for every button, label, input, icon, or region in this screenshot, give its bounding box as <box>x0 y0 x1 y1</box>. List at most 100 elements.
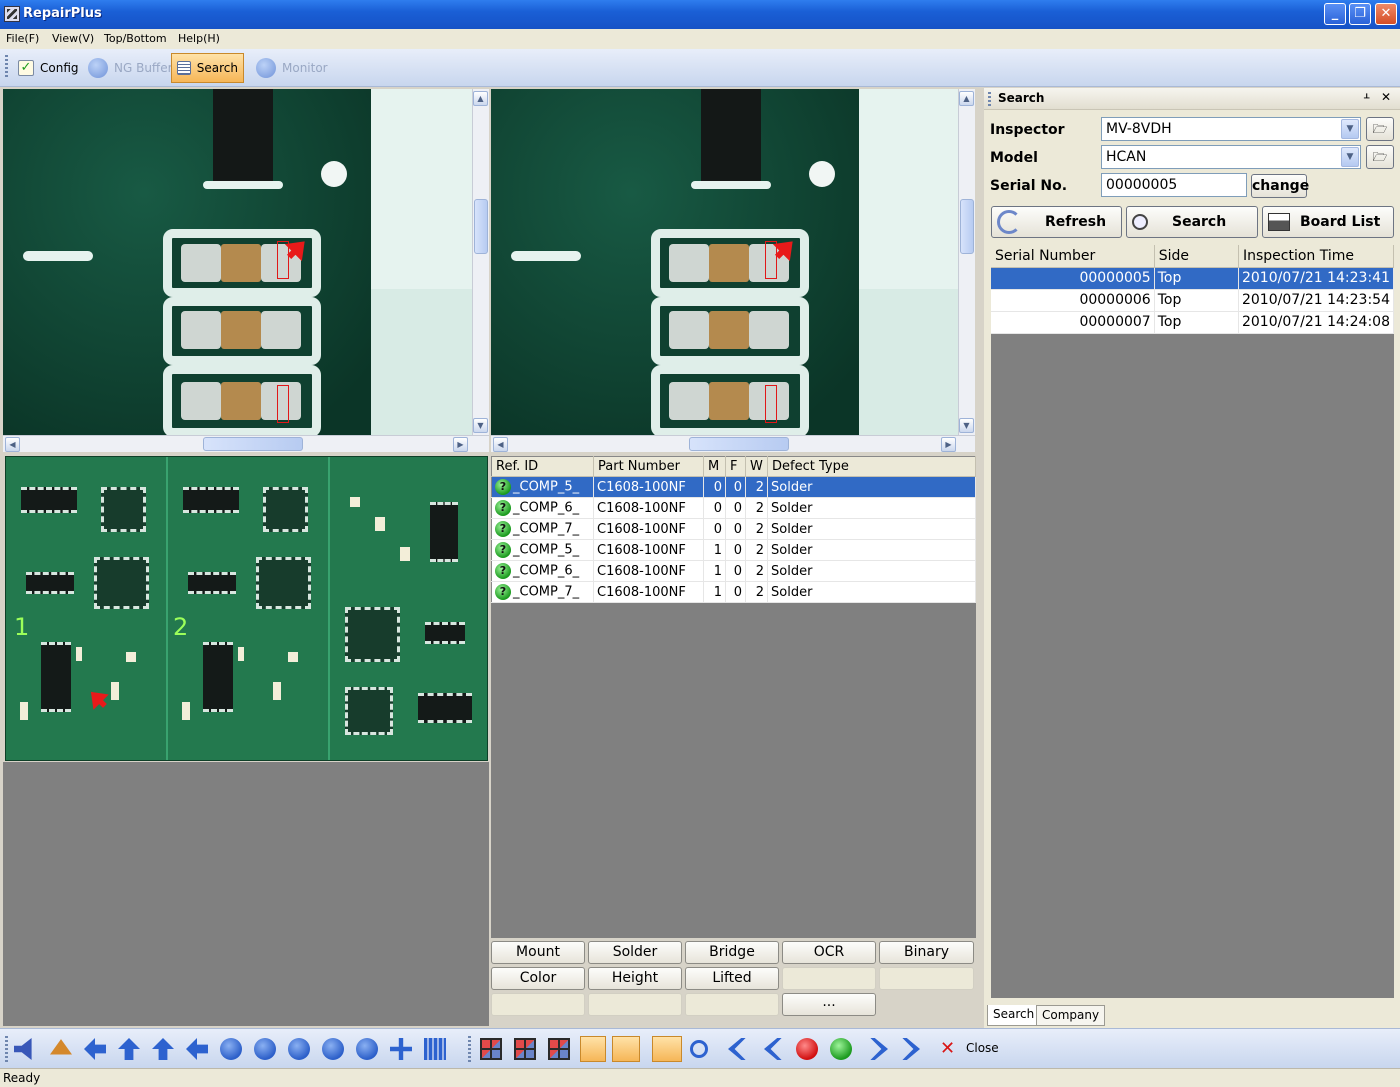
board-panel-1[interactable]: 1 <box>6 457 168 760</box>
arrow-back-icon[interactable] <box>186 1038 208 1060</box>
circle-tool-icon[interactable] <box>254 1038 276 1060</box>
move-cross-icon[interactable] <box>390 1038 412 1060</box>
chevron-down-icon[interactable]: ▼ <box>1341 119 1359 139</box>
more-defects-button[interactable]: ... <box>782 993 876 1016</box>
left-pane-vertical-scrollbar[interactable]: ▲ ▼ <box>472 89 489 435</box>
view-grid-icon[interactable] <box>548 1038 570 1060</box>
search-button[interactable]: Search <box>1126 206 1258 238</box>
defect-row[interactable]: ? _COMP_5_ C1608-100NF 1 0 2 Solder <box>491 539 976 561</box>
good-record-icon[interactable] <box>830 1038 852 1060</box>
col-serial-number[interactable]: Serial Number <box>991 245 1155 268</box>
circle-tool-icon[interactable] <box>322 1038 344 1060</box>
serial-no-input[interactable]: 00000005 <box>1101 173 1247 197</box>
panel-close-icon[interactable]: ✕ <box>1381 90 1391 104</box>
close-x-icon[interactable]: ✕ <box>940 1038 955 1059</box>
last-icon[interactable] <box>902 1038 920 1060</box>
ocr-button[interactable]: OCR <box>782 941 876 964</box>
warning-icon[interactable] <box>50 1039 72 1055</box>
speaker-icon[interactable] <box>14 1038 32 1060</box>
col-w[interactable]: W <box>745 456 768 477</box>
first-icon[interactable] <box>728 1038 746 1060</box>
board-panel-2[interactable]: 2 <box>168 457 330 760</box>
right-pane-horizontal-scrollbar[interactable]: ◀ ▶ <box>491 435 975 452</box>
menu-view[interactable]: View(V) <box>52 32 94 45</box>
change-button[interactable]: change <box>1251 174 1309 198</box>
col-ref-id[interactable]: Ref. ID <box>491 456 594 477</box>
inspection-row[interactable]: 00000005 Top 2010/07/21 14:23:41 <box>991 267 1395 290</box>
defect-flag-icon <box>83 684 109 710</box>
col-side[interactable]: Side <box>1154 245 1239 268</box>
defect-row[interactable]: ? _COMP_5_ C1608-100NF 0 0 2 Solder <box>491 476 976 498</box>
inspection-image-pane-right[interactable] <box>491 89 958 435</box>
tab-company[interactable]: Company <box>1036 1005 1106 1026</box>
defect-row[interactable]: ? _COMP_7_ C1608-100NF 1 0 2 Solder <box>491 581 976 603</box>
mount-button[interactable]: Mount <box>491 941 585 964</box>
height-button[interactable]: Height <box>588 967 682 990</box>
color-button[interactable]: Color <box>491 967 585 990</box>
pin-icon[interactable]: ᚆ <box>1364 91 1369 104</box>
arrow-left-icon[interactable] <box>84 1038 106 1060</box>
col-part-number[interactable]: Part Number <box>593 456 704 477</box>
close-label[interactable]: Close <box>966 1041 999 1055</box>
right-pane-vertical-scrollbar[interactable]: ▲ ▼ <box>958 89 975 435</box>
monitor-button[interactable]: Monitor <box>256 53 328 83</box>
menu-top-bottom[interactable]: Top/Bottom <box>104 32 167 45</box>
zoom-icon[interactable] <box>690 1040 708 1058</box>
view-grid-selected-icon[interactable] <box>580 1036 606 1062</box>
left-pane-horizontal-scrollbar[interactable]: ◀ ▶ <box>3 435 489 452</box>
home-up-icon[interactable] <box>152 1038 174 1060</box>
refresh-button[interactable]: Refresh <box>991 206 1122 238</box>
view-grid-icon[interactable] <box>480 1038 502 1060</box>
pattern-icon[interactable] <box>424 1038 446 1060</box>
binary-button[interactable]: Binary <box>879 941 974 964</box>
board-list-button[interactable]: Board List <box>1262 206 1394 238</box>
search-toolbar-button[interactable]: Search <box>171 53 244 83</box>
restore-button[interactable]: ❐ <box>1349 3 1371 25</box>
list-icon <box>177 61 191 75</box>
inspection-row[interactable]: 00000007 Top 2010/07/21 14:24:08 <box>991 311 1395 334</box>
ng-buffer-label: NG Buffer <box>114 61 173 75</box>
model-select[interactable]: HCAN ▼ <box>1101 145 1361 169</box>
menu-help[interactable]: Help(H) <box>178 32 220 45</box>
defect-row[interactable]: ? _COMP_6_ C1608-100NF 1 0 2 Solder <box>491 560 976 582</box>
model-open-button[interactable]: 🗁 <box>1366 145 1394 169</box>
arrow-up-icon[interactable] <box>118 1038 140 1060</box>
ng-record-icon[interactable] <box>796 1038 818 1060</box>
col-inspection-time[interactable]: Inspection Time <box>1238 245 1395 268</box>
circle-tool-icon[interactable] <box>288 1038 310 1060</box>
previous-icon[interactable] <box>764 1038 782 1060</box>
status-bar: Ready <box>0 1068 1400 1087</box>
defect-row[interactable]: ? _COMP_7_ C1608-100NF 0 0 2 Solder <box>491 518 976 540</box>
chevron-down-icon[interactable]: ▼ <box>1341 147 1359 167</box>
view-grid-icon[interactable] <box>514 1038 536 1060</box>
lifted-button[interactable]: Lifted <box>685 967 779 990</box>
menu-file[interactable]: File(F) <box>6 32 39 45</box>
circle-tool-icon[interactable] <box>220 1038 242 1060</box>
question-icon: ? <box>495 584 511 600</box>
circle-tool-icon[interactable] <box>356 1038 378 1060</box>
toolbar-grip[interactable] <box>5 55 8 79</box>
inspector-select[interactable]: MV-8VDH ▼ <box>1101 117 1361 141</box>
col-f[interactable]: F <box>725 456 746 477</box>
checkmark-icon: ✓ <box>18 60 34 76</box>
select-rect-icon[interactable] <box>652 1036 682 1062</box>
close-window-button[interactable]: ✕ <box>1375 3 1397 25</box>
next-icon[interactable] <box>870 1038 888 1060</box>
defect-row[interactable]: ? _COMP_6_ C1608-100NF 0 0 2 Solder <box>491 497 976 519</box>
inspection-row[interactable]: 00000006 Top 2010/07/21 14:23:54 <box>991 289 1395 312</box>
minimize-button[interactable]: _ <box>1324 3 1346 25</box>
bridge-button[interactable]: Bridge <box>685 941 779 964</box>
sync-icon[interactable] <box>612 1036 640 1062</box>
tab-search[interactable]: Search <box>987 1005 1041 1026</box>
solder-button[interactable]: Solder <box>588 941 682 964</box>
board-panel-3[interactable] <box>330 457 487 760</box>
question-icon: ? <box>495 479 511 495</box>
config-button[interactable]: ✓ Config <box>18 53 79 83</box>
inspector-open-button[interactable]: 🗁 <box>1366 117 1394 141</box>
folder-open-icon: 🗁 <box>1372 150 1388 164</box>
ng-buffer-button[interactable]: NG Buffer <box>88 53 173 83</box>
board-overview[interactable]: 1 2 <box>5 456 488 761</box>
col-m[interactable]: M <box>703 456 726 477</box>
inspection-image-pane-left[interactable] <box>3 89 473 435</box>
col-defect-type[interactable]: Defect Type <box>767 456 976 477</box>
